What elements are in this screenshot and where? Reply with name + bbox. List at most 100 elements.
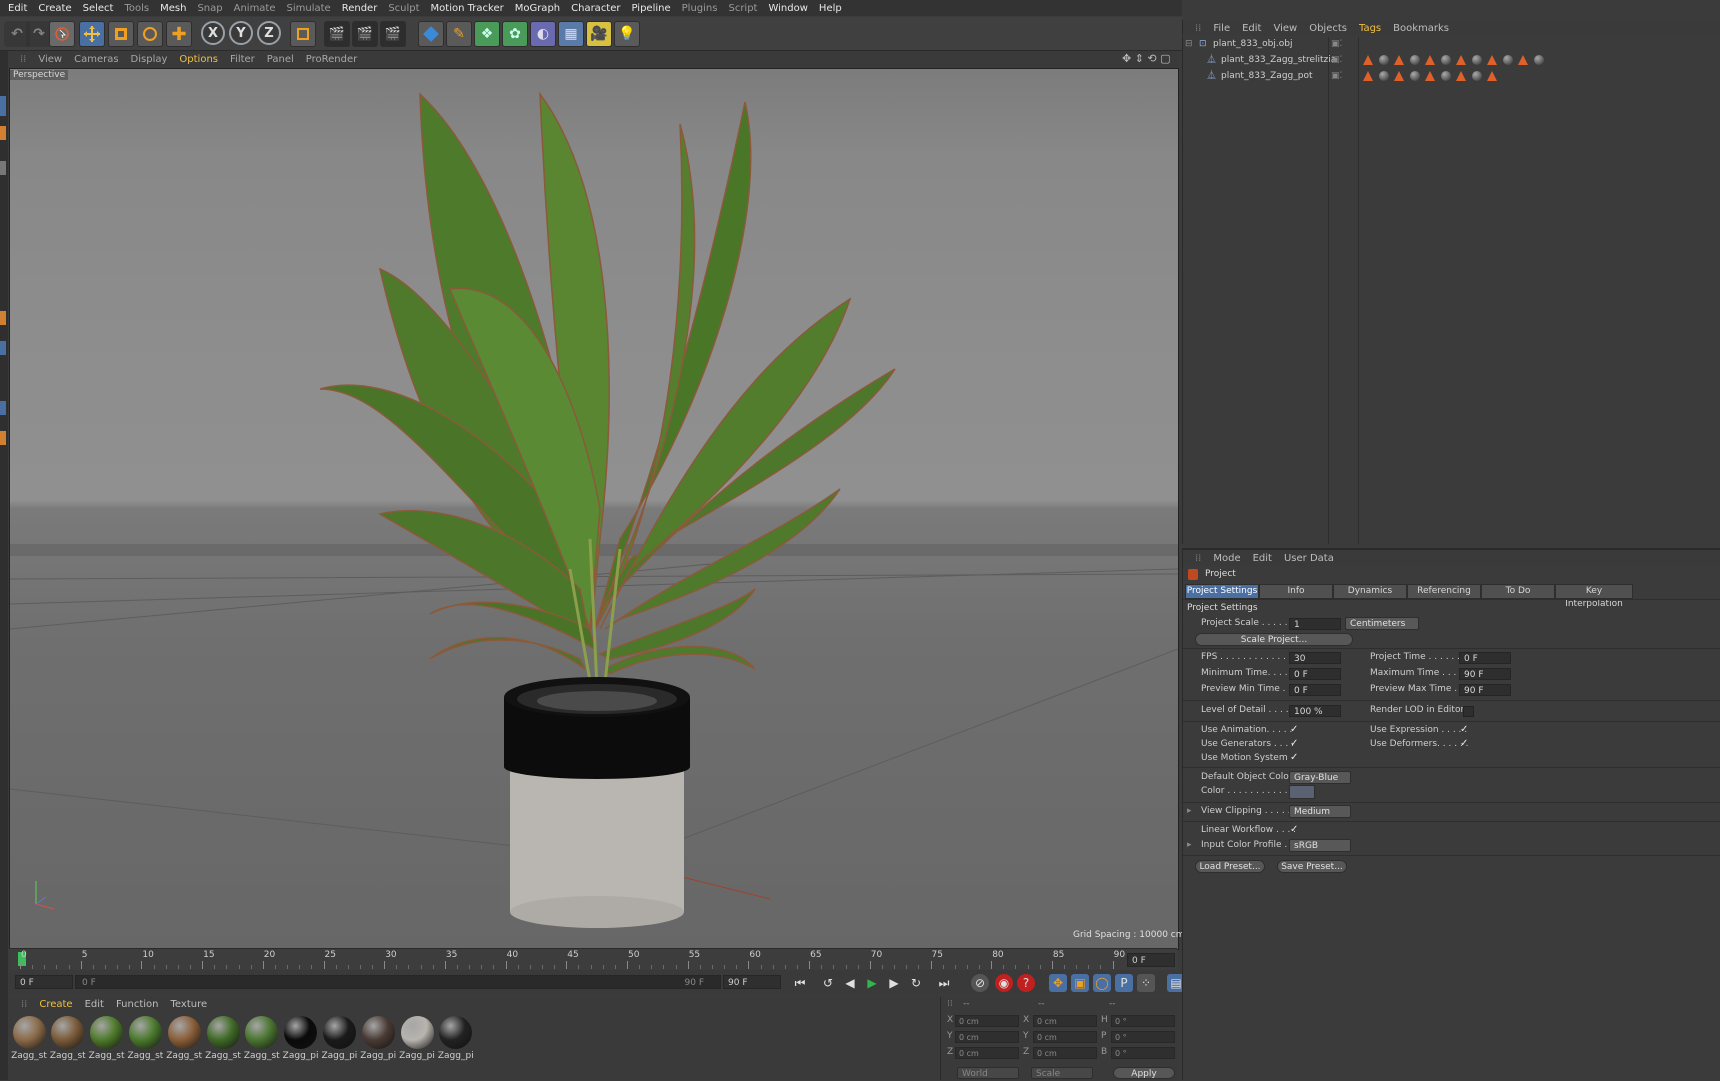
- render-picture-viewer-icon[interactable]: 🎬: [352, 21, 378, 47]
- key-scale-icon[interactable]: ▣: [1071, 974, 1089, 992]
- material-tag-icon[interactable]: [1502, 55, 1513, 65]
- light-icon[interactable]: 💡: [614, 21, 640, 47]
- menu-item[interactable]: Window: [768, 3, 807, 14]
- mode-icon[interactable]: [0, 401, 6, 415]
- use-expression-checkbox[interactable]: ✓: [1460, 725, 1469, 735]
- mode-icon[interactable]: [0, 126, 6, 140]
- object-name[interactable]: plant_833_Zagg_strelitzia: [1221, 53, 1336, 67]
- menu-item[interactable]: Help: [819, 3, 842, 14]
- cube-icon[interactable]: [418, 21, 444, 47]
- coord-rotation-field[interactable]: 0 °: [1111, 1031, 1175, 1043]
- attribute-menu-item[interactable]: User Data: [1284, 553, 1334, 564]
- viewport-nav-icons[interactable]: ✥ ⇕ ⟲ ▢: [1122, 52, 1171, 65]
- coord-apply-button[interactable]: Apply: [1113, 1067, 1175, 1079]
- go-to-end-icon[interactable]: ⏭: [935, 974, 953, 992]
- material-menu-item[interactable]: Edit: [85, 999, 104, 1010]
- viewport-menu-item[interactable]: View: [38, 54, 62, 65]
- material-swatch[interactable]: Zagg_st: [205, 1016, 241, 1061]
- visibility-toggle-icon[interactable]: ▣⁚: [1331, 69, 1342, 83]
- texture-tag-icon[interactable]: [1487, 71, 1497, 81]
- material-swatch[interactable]: Zagg_st: [89, 1016, 125, 1061]
- material-tag-icon[interactable]: [1440, 71, 1451, 81]
- menu-item[interactable]: Render: [342, 3, 378, 14]
- save-preset-button[interactable]: Save Preset...: [1277, 860, 1347, 873]
- z-axis-lock-icon[interactable]: Z: [257, 21, 281, 45]
- object-name[interactable]: plant_833_obj.obj: [1213, 37, 1292, 51]
- object-row[interactable]: ⏅ plant_833_Zagg_strelitzia ▣⁚: [1183, 53, 1720, 67]
- key-position-icon[interactable]: ✥: [1049, 974, 1067, 992]
- texture-tag-icon[interactable]: [1394, 55, 1404, 65]
- max-time-input[interactable]: 90 F: [1459, 668, 1511, 680]
- object-menu-item[interactable]: Tags: [1359, 23, 1381, 34]
- object-row[interactable]: ⊟ ⊡ plant_833_obj.obj ▣⁚: [1183, 37, 1720, 51]
- menu-item[interactable]: Animate: [234, 3, 276, 14]
- object-menu-item[interactable]: Bookmarks: [1393, 23, 1449, 34]
- tab-referencing[interactable]: Referencing: [1407, 584, 1481, 599]
- menu-item[interactable]: Snap: [197, 3, 222, 14]
- material-tag-icon[interactable]: [1409, 71, 1420, 81]
- project-scale-input[interactable]: 1: [1289, 618, 1341, 630]
- use-animation-checkbox[interactable]: ✓: [1290, 725, 1299, 735]
- texture-tag-icon[interactable]: [1487, 55, 1497, 65]
- end-frame-field[interactable]: 90 F: [723, 975, 781, 989]
- viewport-menu-item[interactable]: Options: [179, 54, 218, 65]
- texture-tag-icon[interactable]: [1518, 55, 1528, 65]
- material-swatch[interactable]: Zagg_st: [11, 1016, 47, 1061]
- coord-world-dropdown[interactable]: World: [957, 1067, 1019, 1079]
- menu-item[interactable]: Motion Tracker: [431, 3, 504, 14]
- menu-item[interactable]: Tools: [124, 3, 149, 14]
- coord-position-field[interactable]: 0 cm: [955, 1031, 1019, 1043]
- texture-tag-icon[interactable]: [1425, 55, 1435, 65]
- viewport-menu-item[interactable]: Panel: [267, 54, 294, 65]
- object-menu-item[interactable]: Objects: [1309, 23, 1347, 34]
- mode-icon[interactable]: [0, 161, 6, 175]
- material-tag-icon[interactable]: [1440, 55, 1451, 65]
- coord-position-field[interactable]: 0 cm: [955, 1015, 1019, 1027]
- camera-icon[interactable]: 🎥: [586, 21, 612, 47]
- material-swatch[interactable]: Zagg_st: [166, 1016, 202, 1061]
- use-motion-checkbox[interactable]: ✓: [1290, 753, 1299, 763]
- menu-item[interactable]: Script: [728, 3, 757, 14]
- texture-tag-icon[interactable]: [1363, 71, 1373, 81]
- coord-size-field[interactable]: 0 cm: [1033, 1015, 1097, 1027]
- object-menu-item[interactable]: Edit: [1242, 23, 1261, 34]
- mode-icon[interactable]: [0, 311, 6, 325]
- preview-min-input[interactable]: 0 F: [1289, 684, 1341, 696]
- coord-rotation-field[interactable]: 0 °: [1111, 1047, 1175, 1059]
- input-profile-expand-icon[interactable]: ▸: [1187, 840, 1192, 850]
- array-icon[interactable]: ✿: [502, 21, 528, 47]
- material-menu-item[interactable]: Create: [39, 999, 72, 1010]
- material-swatch[interactable]: Zagg_pi: [438, 1016, 474, 1061]
- viewport-menu-item[interactable]: Cameras: [74, 54, 118, 65]
- pen-spline-icon[interactable]: ✎: [446, 21, 472, 47]
- view-clipping-expand-icon[interactable]: ▸: [1187, 806, 1192, 816]
- material-swatch[interactable]: Zagg_pi: [360, 1016, 396, 1061]
- texture-tag-icon[interactable]: [1456, 55, 1466, 65]
- linear-workflow-checkbox[interactable]: ✓: [1290, 825, 1299, 835]
- next-key-icon[interactable]: ↻: [907, 974, 925, 992]
- material-tag-icon[interactable]: [1378, 71, 1389, 81]
- preview-max-input[interactable]: 90 F: [1459, 684, 1511, 696]
- lod-input[interactable]: 100 %: [1289, 705, 1341, 717]
- mode-icon[interactable]: [0, 341, 6, 355]
- menu-item[interactable]: MoGraph: [515, 3, 560, 14]
- tab-dynamics[interactable]: Dynamics: [1333, 584, 1407, 599]
- material-swatch[interactable]: Zagg_pi: [399, 1016, 435, 1061]
- tab-to-do[interactable]: To Do: [1481, 584, 1555, 599]
- menu-item[interactable]: Mesh: [160, 3, 186, 14]
- texture-tag-icon[interactable]: [1456, 71, 1466, 81]
- viewport-menu-item[interactable]: Display: [131, 54, 168, 65]
- render-settings-icon[interactable]: 🎬: [380, 21, 406, 47]
- default-object-color-dropdown[interactable]: Gray-Blue: [1289, 771, 1351, 784]
- project-scale-unit-dropdown[interactable]: Centimeters: [1345, 617, 1419, 630]
- x-axis-lock-icon[interactable]: X: [201, 21, 225, 45]
- coord-position-field[interactable]: 0 cm: [955, 1047, 1019, 1059]
- material-swatch[interactable]: Zagg_st: [127, 1016, 163, 1061]
- material-swatch[interactable]: Zagg_pi: [283, 1016, 319, 1061]
- menu-item[interactable]: Create: [38, 3, 71, 14]
- material-tag-icon[interactable]: [1533, 55, 1544, 65]
- material-swatch[interactable]: Zagg_pi: [321, 1016, 357, 1061]
- menu-item[interactable]: Plugins: [682, 3, 718, 14]
- min-time-input[interactable]: 0 F: [1289, 668, 1341, 680]
- material-tag-icon[interactable]: [1409, 55, 1420, 65]
